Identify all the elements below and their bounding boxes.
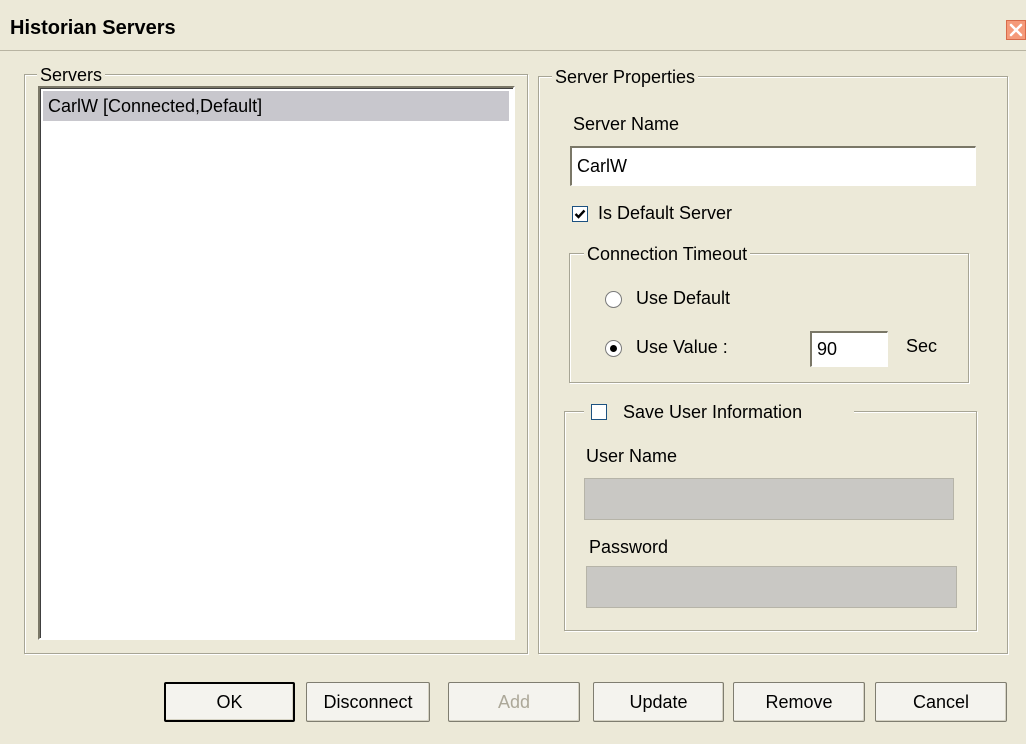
is-default-server-label: Is Default Server xyxy=(598,203,733,223)
save-user-info-checkbox[interactable] xyxy=(591,404,607,420)
remove-button[interactable]: Remove xyxy=(733,682,865,722)
use-value-label: Use Value : xyxy=(636,337,728,357)
cancel-button[interactable]: Cancel xyxy=(875,682,1007,722)
close-button[interactable] xyxy=(1006,20,1026,40)
server-name-input[interactable] xyxy=(570,146,976,186)
servers-group-legend: Servers xyxy=(37,63,106,87)
radio-selected-dot xyxy=(610,345,617,352)
save-user-info-label: Save User Information xyxy=(623,402,803,422)
checkmark-icon xyxy=(574,209,586,219)
user-name-label: User Name xyxy=(586,446,678,466)
use-default-label: Use Default xyxy=(636,288,731,308)
use-value-radio[interactable] xyxy=(605,340,622,357)
use-default-radio[interactable] xyxy=(605,291,622,308)
connection-timeout-legend: Connection Timeout xyxy=(584,242,751,266)
disconnect-button[interactable]: Disconnect xyxy=(306,682,430,722)
timeout-value-input[interactable] xyxy=(810,331,888,367)
connection-timeout-group: Connection Timeout xyxy=(569,242,969,383)
server-list-item[interactable]: CarlW [Connected,Default] xyxy=(43,91,509,121)
close-icon xyxy=(1009,23,1023,37)
password-input[interactable] xyxy=(586,566,957,608)
server-name-label: Server Name xyxy=(573,114,680,134)
password-label: Password xyxy=(589,537,669,557)
is-default-server-checkbox[interactable] xyxy=(572,206,588,222)
timeout-unit-label: Sec xyxy=(906,336,938,356)
server-list-item-label: CarlW [Connected,Default] xyxy=(48,96,263,116)
user-name-input[interactable] xyxy=(584,478,954,520)
add-button[interactable]: Add xyxy=(448,682,580,722)
ok-button[interactable]: OK xyxy=(164,682,295,722)
update-button[interactable]: Update xyxy=(593,682,724,722)
title-bar: Historian Servers xyxy=(0,0,1026,51)
servers-list[interactable]: CarlW [Connected,Default] xyxy=(38,86,515,640)
window-title: Historian Servers xyxy=(10,17,176,39)
server-properties-legend: Server Properties xyxy=(552,65,699,89)
